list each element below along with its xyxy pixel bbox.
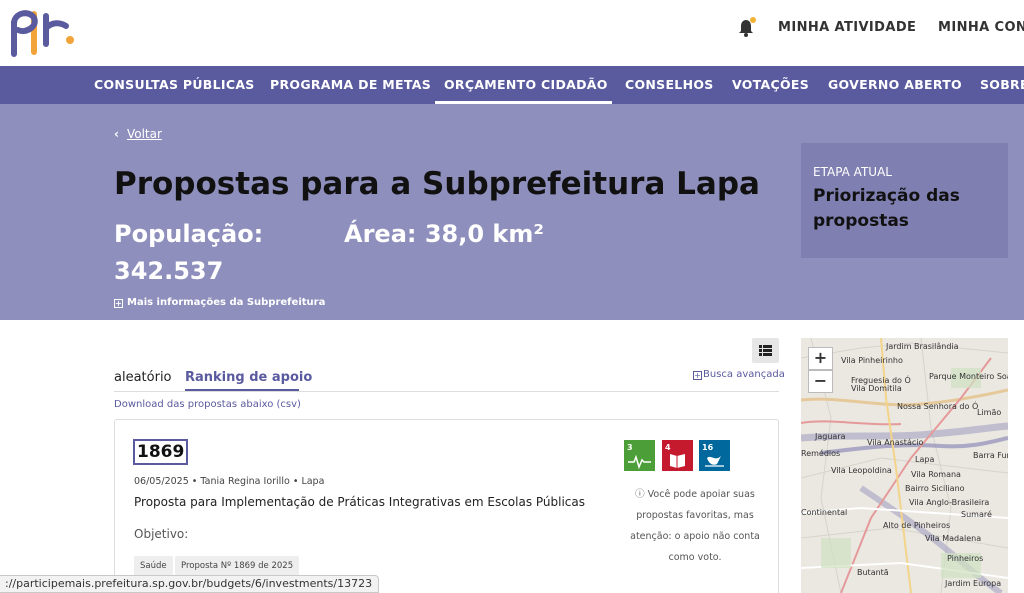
map-label: Limão bbox=[977, 408, 1002, 417]
population-label: População: bbox=[114, 220, 264, 248]
proposal-title[interactable]: Proposta para Implementação de Práticas … bbox=[134, 495, 585, 509]
nav-item-consultas[interactable]: CONSULTAS PÚBLICAS bbox=[94, 77, 255, 92]
current-stage-box: ETAPA ATUAL Priorização das propostas bbox=[801, 143, 1008, 258]
map-label: Pinheiros bbox=[947, 554, 984, 563]
stage-value: Priorização das propostas bbox=[813, 186, 960, 231]
more-info-link[interactable]: + Mais informações da Subprefeitura bbox=[114, 297, 325, 308]
support-note-text: Você pode apoiar suas propostas favorita… bbox=[630, 489, 760, 563]
chevron-left-icon: ‹ bbox=[114, 127, 119, 141]
map-label: Remédios bbox=[801, 449, 841, 458]
map-label: Alto de Pinheiros bbox=[883, 521, 951, 530]
list-view-toggle[interactable] bbox=[752, 338, 779, 363]
map-label: Vila Leopoldina bbox=[831, 466, 892, 475]
map-label: Vila Pinheirinho bbox=[841, 356, 903, 365]
map-label: Jardim Europa bbox=[945, 579, 1002, 588]
back-label: Voltar bbox=[126, 127, 162, 141]
nav-item-conselhos[interactable]: CONSELHOS bbox=[625, 77, 714, 92]
ods-number: 4 bbox=[665, 443, 671, 452]
map-label: Bairro Siciliano bbox=[905, 484, 965, 493]
ods-4-education-icon: 4 bbox=[662, 440, 693, 471]
subprefecture-map[interactable]: + − Jardim Brasilândia Vila Pinheirinho … bbox=[801, 338, 1008, 593]
list-icon bbox=[759, 345, 772, 356]
nav-item-programa-metas[interactable]: PROGRAMA DE METAS bbox=[270, 77, 431, 92]
top-header: MINHA ATIVIDADE MINHA CONT bbox=[0, 0, 1024, 66]
map-label: Vila Anastácio bbox=[867, 438, 924, 447]
map-label: Vila Domitila bbox=[851, 384, 902, 393]
tab-ranking[interactable]: Ranking de apoio bbox=[185, 370, 312, 385]
download-csv-link[interactable]: Download das propostas abaixo (csv) bbox=[114, 399, 301, 410]
map-label: Vila Madalena bbox=[925, 534, 982, 543]
map-label: Vila Romana bbox=[911, 470, 961, 479]
main-nav: CONSULTAS PÚBLICAS PROGRAMA DE METAS ORÇ… bbox=[0, 66, 1024, 104]
back-link[interactable]: ‹ Voltar bbox=[114, 127, 162, 141]
proposal-card: 1869 06/05/2025 • Tania Regina Iorillo •… bbox=[114, 419, 779, 593]
plus-square-icon: + bbox=[693, 371, 702, 380]
stage-label: ETAPA ATUAL bbox=[813, 165, 892, 179]
more-info-label: Mais informações da Subprefeitura bbox=[127, 297, 326, 308]
nav-item-governo-aberto[interactable]: GOVERNO ABERTO bbox=[828, 77, 962, 92]
ods-3-health-icon: 3 bbox=[624, 440, 655, 471]
logo[interactable] bbox=[8, 4, 78, 58]
proposal-author: Tania Regina Iorillo bbox=[200, 476, 290, 487]
tab-random[interactable]: aleatório bbox=[114, 370, 172, 385]
advanced-search-label: Busca avançada bbox=[703, 369, 785, 380]
proposal-date: 06/05/2025 bbox=[134, 476, 189, 487]
map-label: Jardim Brasilândia bbox=[886, 342, 959, 351]
page-title: Propostas para a Subprefeitura Lapa bbox=[114, 166, 760, 202]
status-bar-url: ://participemais.prefeitura.sp.gov.br/bu… bbox=[0, 575, 380, 593]
map-label: Sumaré bbox=[961, 510, 992, 519]
ods-number: 16 bbox=[702, 443, 714, 452]
tag-category[interactable]: Saúde bbox=[134, 556, 173, 576]
map-label: Vila Anglo-Brasileira bbox=[909, 498, 990, 507]
proposal-district: Lapa bbox=[301, 476, 325, 487]
proposal-meta: 06/05/2025 • Tania Regina Iorillo • Lapa bbox=[134, 476, 324, 487]
ods-number: 3 bbox=[627, 443, 633, 452]
my-activity-link[interactable]: MINHA ATIVIDADE bbox=[778, 20, 916, 35]
nav-item-orcamento-cidadao[interactable]: ORÇAMENTO CIDADÃO bbox=[444, 77, 608, 92]
advanced-search-link[interactable]: + Busca avançada bbox=[693, 369, 785, 380]
tag-proposal-number[interactable]: Proposta Nº 1869 de 2025 bbox=[175, 556, 300, 576]
population-value: 342.537 bbox=[114, 257, 224, 285]
my-account-link[interactable]: MINHA CONT bbox=[938, 20, 1024, 35]
info-icon: ⓘ bbox=[635, 489, 648, 500]
proposal-id[interactable]: 1869 bbox=[133, 439, 189, 465]
plus-square-icon: + bbox=[114, 299, 123, 308]
support-note: ⓘ Você pode apoiar suas propostas favori… bbox=[620, 484, 770, 568]
nav-item-votacoes[interactable]: VOTAÇÕES bbox=[732, 77, 809, 92]
map-label: Butantã bbox=[857, 568, 889, 577]
objective-label: Objetivo: bbox=[134, 527, 189, 541]
tabs-divider bbox=[114, 391, 779, 392]
nav-item-sobre[interactable]: SOBRE bbox=[980, 77, 1024, 92]
map-label: Parque Monteiro Soares bbox=[929, 372, 1008, 381]
map-label: Continental bbox=[801, 508, 848, 517]
notification-bell-icon[interactable] bbox=[738, 17, 756, 37]
area-value: Área: 38,0 km² bbox=[344, 220, 544, 248]
map-label: Jaguara bbox=[815, 432, 846, 441]
zoom-in-button[interactable]: + bbox=[808, 347, 833, 370]
map-label: Lapa bbox=[915, 455, 935, 464]
zoom-out-button[interactable]: − bbox=[808, 370, 833, 393]
ods-16-peace-icon: 16 bbox=[699, 440, 730, 471]
map-label: Nossa Senhora do Ó bbox=[897, 402, 979, 411]
map-label: Barra Fun bbox=[973, 451, 1008, 460]
hero-banner: ‹ Voltar Propostas para a Subprefeitura L… bbox=[0, 104, 1024, 320]
